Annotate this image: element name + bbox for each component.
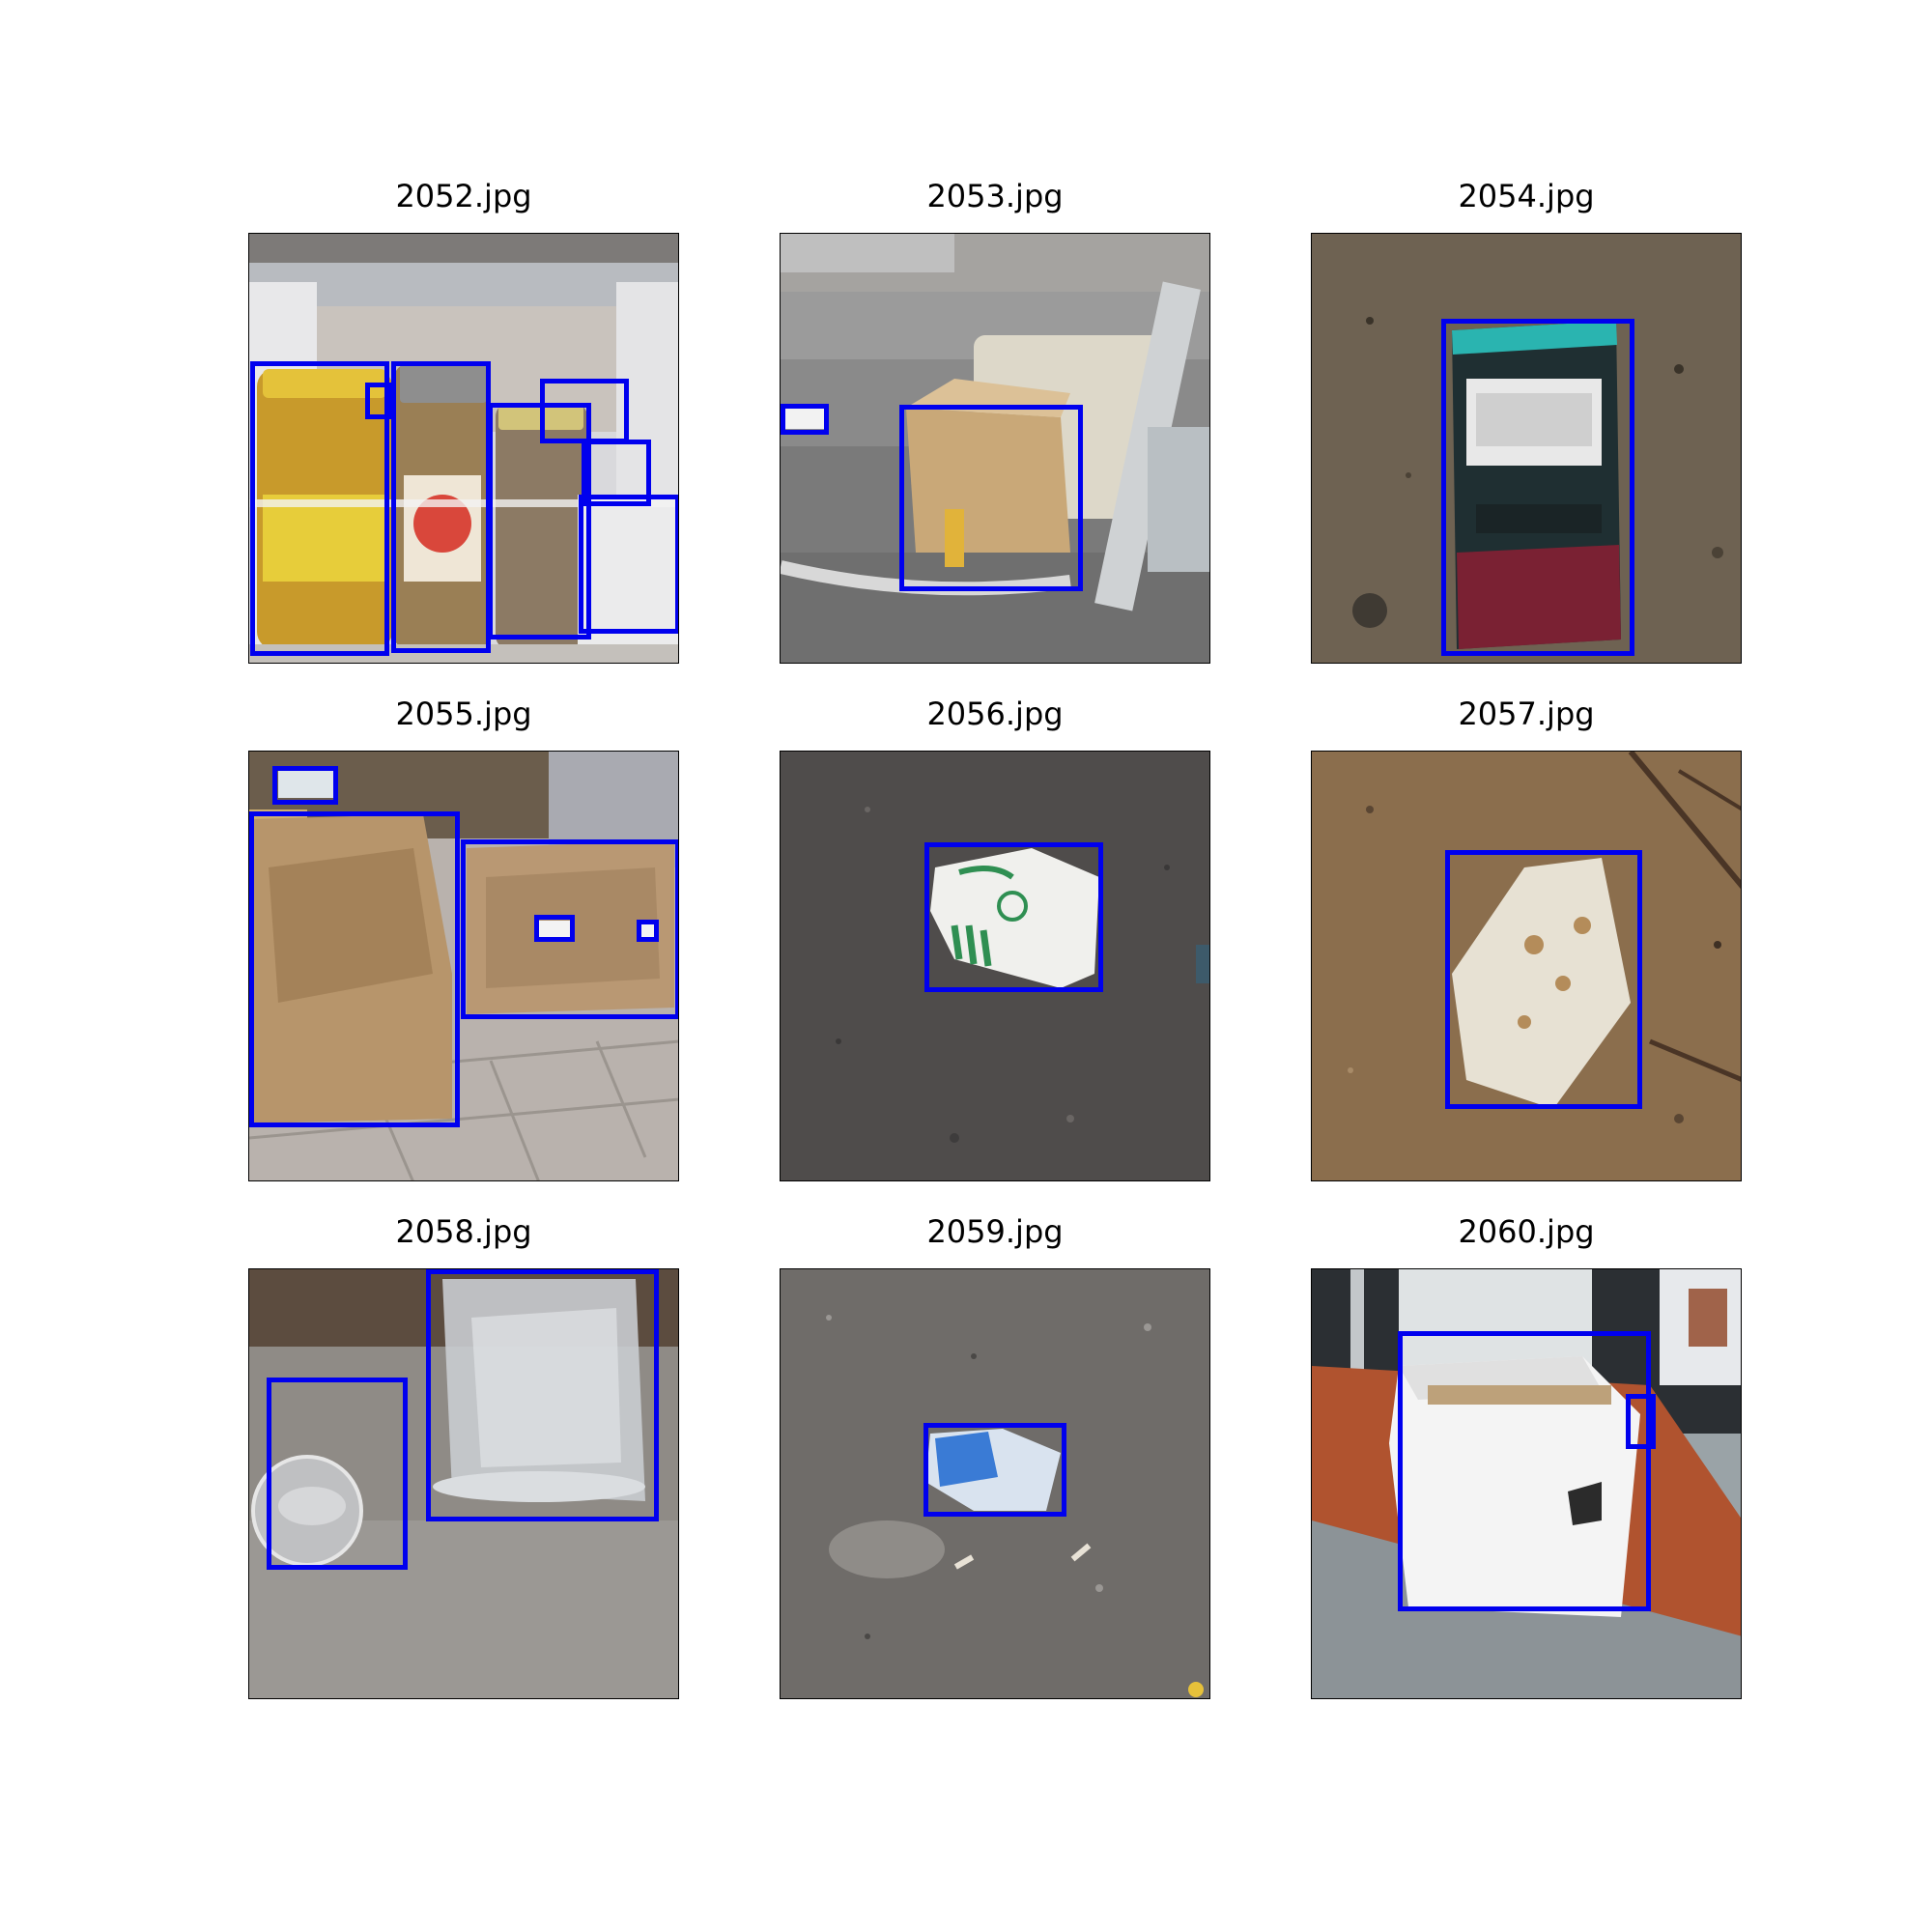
image-frame <box>780 1268 1210 1699</box>
panel-title: 2054.jpg <box>1458 178 1595 214</box>
panel-title: 2055.jpg <box>395 696 532 732</box>
bounding-box <box>391 361 491 653</box>
panel-2056: 2056.jpg <box>780 696 1210 1181</box>
bounding-box <box>923 1423 1066 1517</box>
image-frame <box>1311 1268 1742 1699</box>
image-frame <box>1311 233 1742 664</box>
image-frame <box>248 751 679 1181</box>
bounding-box <box>365 383 392 419</box>
panel-2059: 2059.jpg <box>780 1213 1210 1699</box>
bounding-box <box>637 920 659 942</box>
panel-title: 2052.jpg <box>395 178 532 214</box>
panel-title: 2060.jpg <box>1458 1213 1595 1250</box>
bounding-box <box>249 811 460 1127</box>
panel-title: 2056.jpg <box>926 696 1064 732</box>
bounding-box <box>426 1269 659 1521</box>
bounding-box <box>272 766 338 805</box>
panel-2053: 2053.jpg <box>780 178 1210 664</box>
panel-title: 2053.jpg <box>926 178 1064 214</box>
image-frame <box>248 233 679 664</box>
panel-2055: 2055.jpg <box>248 696 679 1181</box>
bounding-box <box>924 842 1103 992</box>
panel-2058: 2058.jpg <box>248 1213 679 1699</box>
image-frame <box>248 1268 679 1699</box>
panel-2060: 2060.jpg <box>1311 1213 1742 1699</box>
bounding-box <box>1626 1394 1656 1449</box>
panel-title: 2059.jpg <box>926 1213 1064 1250</box>
image-frame <box>1311 751 1742 1181</box>
bounding-box <box>540 379 629 443</box>
bounding-box <box>781 404 829 435</box>
panel-title: 2057.jpg <box>1458 696 1595 732</box>
bounding-box <box>1441 319 1634 656</box>
bounding-box <box>534 915 575 942</box>
bounding-box <box>899 405 1083 591</box>
panel-title: 2058.jpg <box>395 1213 532 1250</box>
bounding-box <box>267 1378 408 1570</box>
bounding-box <box>579 495 678 634</box>
panel-2054: 2054.jpg <box>1311 178 1742 664</box>
panel-2057: 2057.jpg <box>1311 696 1742 1181</box>
bounding-box <box>1398 1331 1651 1611</box>
image-frame <box>780 751 1210 1181</box>
panel-2052: 2052.jpg <box>248 178 679 664</box>
bounding-box <box>1445 850 1642 1109</box>
image-frame <box>780 233 1210 664</box>
